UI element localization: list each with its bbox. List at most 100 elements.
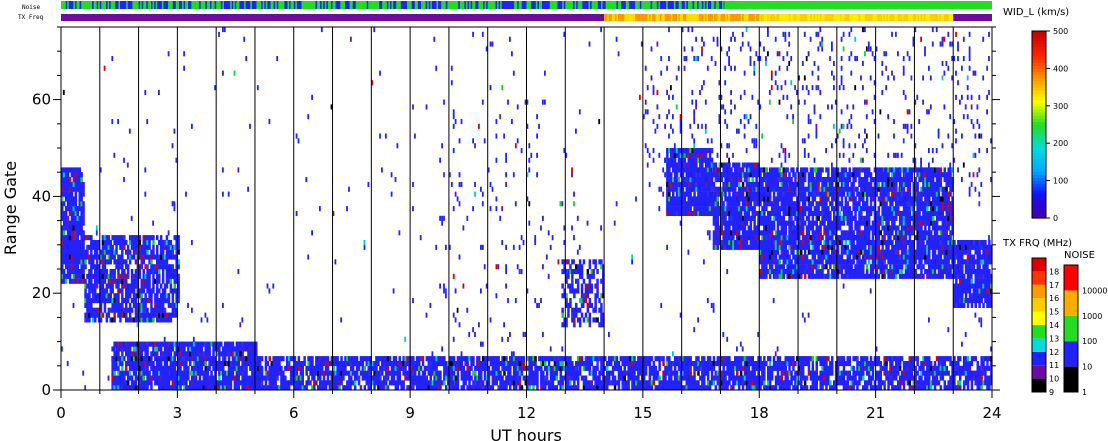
echo-cell [111,288,114,294]
echo-cell [534,356,537,362]
echo-cell [169,278,173,284]
echo-cell [309,380,312,386]
echo-cell [282,370,285,376]
bar-segment [953,14,992,21]
echo-cell [350,375,353,381]
echo-cell [105,288,109,294]
echo-cell [573,380,576,386]
echo-cell [689,206,692,212]
echo-cell [586,269,590,275]
echo-cell [879,375,882,381]
echo-cell [600,307,603,313]
echo-cell [578,307,582,313]
echo-cell [619,365,623,371]
echo-cell [706,370,710,376]
echo-cell [856,356,859,362]
echo-cell [336,356,339,362]
echo-cell [305,370,308,376]
echo-cell [417,361,421,367]
echo-cell [208,351,211,357]
echo-cell [495,380,498,386]
echo-cell [111,283,114,289]
echo-cell [867,370,871,376]
echo-cell [142,269,145,275]
echo-cell [697,380,700,386]
echo-cell [125,312,128,318]
echo-cell [805,375,809,381]
echo-cell [536,370,539,376]
echo-cell [831,365,834,371]
echo-cell [361,361,365,367]
echo-cell [297,356,301,362]
echo-cell [128,293,132,299]
echo-cell [204,361,207,367]
echo-cell [582,317,586,323]
echo-cell [536,380,539,386]
echo-cell [82,269,85,275]
echo-cell [161,278,165,284]
echo-cell [728,225,731,231]
echo-cell [68,177,72,183]
echo-cell [949,356,952,362]
echo-cell [80,225,83,231]
echo-cell [778,356,782,362]
echo-cell [82,210,85,216]
echo-cell [82,181,85,187]
echo-cell [200,365,204,371]
echo-cell [161,269,165,275]
echo-cell [480,375,483,381]
echo-cell [652,380,656,386]
echo-cell [633,370,636,376]
echo-cell [126,244,130,250]
echo-cell [276,375,279,381]
echo-cell [590,288,593,294]
echo-cell [92,259,95,265]
echo-cell [74,191,78,197]
echo-cell [675,370,679,376]
echo-cell [970,380,974,386]
echo-cell [130,269,134,275]
echo-cell [152,283,155,289]
echo-cell [165,259,169,265]
echo-cell [326,365,330,371]
echo-cell [140,264,143,270]
echo-cell [662,361,665,367]
echo-cell [852,365,855,371]
echo-cell [357,380,361,386]
echo-cell [264,380,268,386]
echo-cell [398,356,401,362]
echo-cell [159,283,163,289]
echo-cell [588,259,592,265]
echo-cell [78,167,81,173]
echo-cell [530,365,533,371]
echo-cell [62,230,66,236]
echo-cell [590,302,593,308]
echo-cell [984,370,987,376]
echo-cell [245,365,248,371]
echo-cell [974,356,977,362]
echo-cell [68,273,72,279]
echo-cell [869,380,873,386]
echo-cell [146,346,149,352]
echo-cell [652,361,656,367]
echo-cell [386,365,390,371]
echo-cell [968,365,972,371]
echo-cell [94,317,97,323]
echo-cell [596,288,599,294]
echo-cell [301,370,304,376]
echo-cell [377,361,380,367]
echo-cell [916,361,919,367]
echo-cell [714,162,718,168]
echo-cell [301,365,304,371]
echo-cell [103,254,107,260]
echo-cell [150,259,153,265]
echo-cell [456,375,460,381]
echo-cell [697,370,700,376]
echo-cell [443,380,446,386]
echo-cell [148,370,151,376]
echo-cell [398,375,401,381]
echo-cell [592,273,595,279]
echo-cell [210,370,213,376]
echo-cell [227,356,231,362]
echo-cell [95,249,99,255]
